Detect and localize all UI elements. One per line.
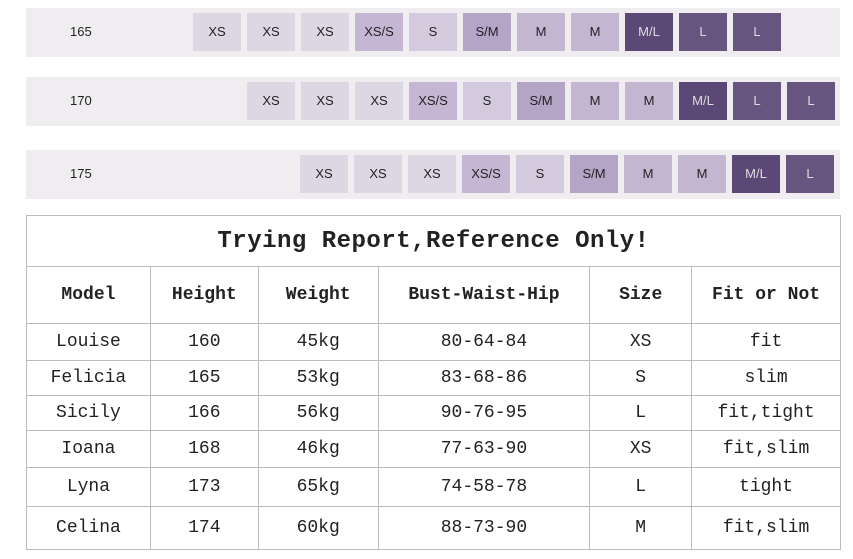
column-header: Bust-Waist-Hip — [377, 266, 591, 324]
size-cell: M — [624, 155, 672, 193]
size-row-175: 175 XS XS XS XS/S S S/M M M M/L L — [26, 150, 840, 199]
table-cell: 46kg — [257, 430, 379, 468]
size-cell: M — [571, 82, 619, 120]
report-title: Trying Report,Reference Only! — [26, 215, 841, 267]
table-cell: Ioana — [26, 430, 151, 468]
table-cell: 90-76-95 — [377, 395, 591, 431]
size-cell: M — [678, 155, 726, 193]
table-cell: 45kg — [257, 323, 379, 361]
size-cell: S — [409, 13, 457, 51]
table-cell: tight — [691, 467, 841, 507]
size-cell: XS — [247, 13, 295, 51]
size-cell: XS — [354, 155, 402, 193]
size-cell: L — [787, 82, 835, 120]
table-cell: XS — [589, 323, 693, 361]
height-label: 165 — [70, 24, 92, 39]
table-cell: 74-58-78 — [377, 467, 591, 507]
height-label: 175 — [70, 166, 92, 181]
size-cell: XS — [301, 82, 349, 120]
size-cell: XS/S — [409, 82, 457, 120]
size-cell: S — [463, 82, 511, 120]
size-cell: M/L — [679, 82, 727, 120]
size-cell: M — [625, 82, 673, 120]
table-row: Ioana 168 46kg 77-63-90 XS fit,slim — [26, 430, 841, 468]
table-row: Lyna 173 65kg 74-58-78 Ltight — [26, 467, 841, 507]
table-cell: 165 — [149, 360, 259, 396]
size-cell: XS — [301, 13, 349, 51]
table-cell: S — [589, 360, 693, 396]
table-row: Sicily 166 56kg 90-76-95 Lfit,tight — [26, 395, 841, 431]
size-cell: M — [517, 13, 565, 51]
size-cell: XS — [193, 13, 241, 51]
size-cell: L — [733, 82, 781, 120]
size-row-165: 165 XS XS XS XS/S S S/M M M M/L L L — [26, 8, 840, 57]
table-cell: M — [589, 506, 693, 550]
table-cell: fit,tight — [691, 395, 841, 431]
table-cell: 88-73-90 — [377, 506, 591, 550]
table-cell: 80-64-84 — [377, 323, 591, 361]
table-cell: 160 — [149, 323, 259, 361]
size-cell: XS/S — [462, 155, 510, 193]
column-header: Size — [589, 266, 693, 324]
table-cell: XS — [589, 430, 693, 468]
table-row: Felicia 165 53kg 83-68-86 Sslim — [26, 360, 841, 396]
table-cell: 83-68-86 — [377, 360, 591, 396]
size-cell: S/M — [463, 13, 511, 51]
trying-report-table: Trying Report,Reference Only! Model Heigh… — [26, 215, 841, 550]
size-cell: XS/S — [355, 13, 403, 51]
table-cell: L — [589, 395, 693, 431]
table-cell: 60kg — [257, 506, 379, 550]
column-header: Height — [149, 266, 259, 324]
column-header: Fit or Not — [691, 266, 841, 324]
table-cell: Lyna — [26, 467, 151, 507]
table-cell: Felicia — [26, 360, 151, 396]
size-cell: M/L — [625, 13, 673, 51]
size-cell: L — [786, 155, 834, 193]
size-cell: S/M — [517, 82, 565, 120]
table-cell: 173 — [149, 467, 259, 507]
size-cell: S — [516, 155, 564, 193]
size-cell: M — [571, 13, 619, 51]
size-cell: XS — [247, 82, 295, 120]
size-cell: L — [679, 13, 727, 51]
table-cell: 77-63-90 — [377, 430, 591, 468]
height-label: 170 — [70, 93, 92, 108]
table-cell: Celina — [26, 506, 151, 550]
column-header: Model — [26, 266, 151, 324]
size-cell: S/M — [570, 155, 618, 193]
table-cell: 65kg — [257, 467, 379, 507]
size-cell: XS — [408, 155, 456, 193]
table-cell: 168 — [149, 430, 259, 468]
size-cell: XS — [355, 82, 403, 120]
size-cell: XS — [300, 155, 348, 193]
table-cell: 53kg — [257, 360, 379, 396]
table-cell: 174 — [149, 506, 259, 550]
table-cell: fit,slim — [691, 506, 841, 550]
table-cell: fit — [691, 323, 841, 361]
column-header: Weight — [257, 266, 379, 324]
table-cell: Louise — [26, 323, 151, 361]
table-cell: L — [589, 467, 693, 507]
size-cell: M/L — [732, 155, 780, 193]
table-row: Louise 160 45kg 80-64-84 XS fit — [26, 323, 841, 361]
size-row-170: 170 XS XS XS XS/S S S/M M M M/L L L — [26, 77, 840, 126]
table-cell: slim — [691, 360, 841, 396]
table-cell: 166 — [149, 395, 259, 431]
table-cell: 56kg — [257, 395, 379, 431]
table-cell: fit,slim — [691, 430, 841, 468]
size-cell: L — [733, 13, 781, 51]
table-cell: Sicily — [26, 395, 151, 431]
table-row: Celina 174 60kg 88-73-90 Mfit,slim — [26, 506, 841, 550]
